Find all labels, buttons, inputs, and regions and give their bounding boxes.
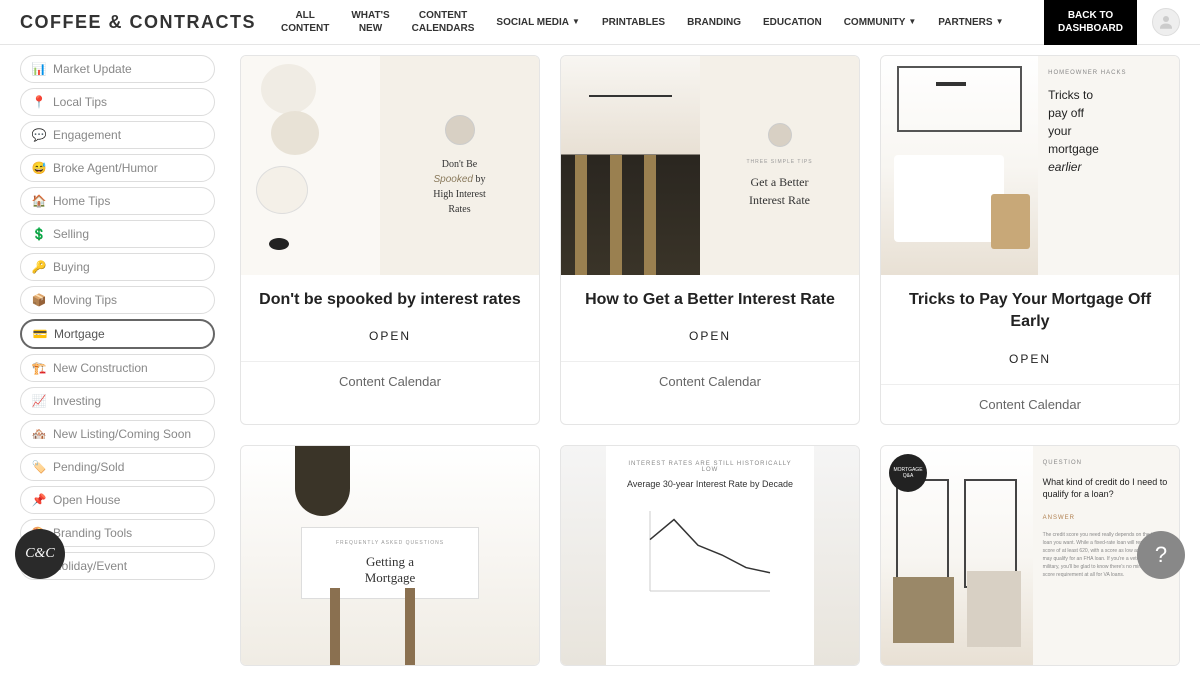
sidebar-item-home-tips[interactable]: 🏠 Home Tips [20, 187, 215, 215]
content-card: Don't BeSpooked byHigh InterestRatesDon'… [240, 55, 540, 425]
card-title: How to Get a Better Interest Rate [561, 275, 859, 319]
sidebar-item-moving-tips[interactable]: 📦 Moving Tips [20, 286, 215, 314]
logo[interactable]: COFFEE & CONTRACTS [20, 12, 256, 33]
category-icon: 📦 [31, 293, 47, 307]
sidebar-item-label: Mortgage [54, 327, 105, 341]
nav-item-community[interactable]: COMMUNITY▼ [844, 16, 917, 29]
nav-item-partners[interactable]: PARTNERS▼ [938, 16, 1003, 29]
nav-item-printables[interactable]: PRINTABLES [602, 16, 665, 29]
category-icon: 💳 [32, 327, 48, 341]
card-grid: Don't BeSpooked byHigh InterestRatesDon'… [240, 55, 1180, 666]
nav-item-branding[interactable]: BRANDING [687, 16, 741, 29]
category-icon: 💬 [31, 128, 47, 142]
content-calendar-link[interactable]: Content Calendar [881, 384, 1179, 424]
category-icon: 😅 [31, 161, 47, 175]
content-calendar-link[interactable]: Content Calendar [561, 361, 859, 401]
chevron-down-icon: ▼ [572, 17, 580, 27]
sidebar-item-label: New Construction [53, 361, 148, 375]
content-card: INTEREST RATES ARE STILL HISTORICALLY LO… [560, 445, 860, 666]
card-preview[interactable]: Don't BeSpooked byHigh InterestRates [241, 56, 539, 275]
category-icon: 🏠 [31, 194, 47, 208]
card-title: Tricks to Pay Your Mortgage Off Early [881, 275, 1179, 342]
sidebar-item-label: Pending/Sold [53, 460, 124, 474]
sidebar-item-label: Open House [53, 493, 120, 507]
category-icon: 📍 [31, 95, 47, 109]
nav-item-social-media[interactable]: SOCIAL MEDIA▼ [496, 16, 580, 29]
sidebar-item-label: Selling [53, 227, 89, 241]
content-card: FREQUENTLY ASKED QUESTIONSGetting aMortg… [240, 445, 540, 666]
category-icon: 📌 [31, 493, 47, 507]
chevron-down-icon: ▼ [996, 17, 1004, 27]
card-preview[interactable]: THREE SIMPLE TIPSGet a BetterInterest Ra… [561, 56, 859, 275]
sidebar-item-mortgage[interactable]: 💳 Mortgage [20, 319, 215, 349]
sidebar-item-label: Broke Agent/Humor [53, 161, 158, 175]
sidebar-item-label: Local Tips [53, 95, 107, 109]
main-nav: ALLCONTENT WHAT'SNEW CONTENTCALENDARS SOCIA… [281, 9, 1034, 35]
content-card: MORTGAGE Q&AQUESTIONWhat kind of credit … [880, 445, 1180, 666]
nav-item-all-content[interactable]: ALLCONTENT [281, 9, 329, 35]
back-to-dashboard-button[interactable]: BACK TODASHBOARD [1044, 0, 1137, 45]
nav-item-what-s-new[interactable]: WHAT'SNEW [351, 9, 389, 35]
sidebar-item-broke-agent-humor[interactable]: 😅 Broke Agent/Humor [20, 154, 215, 182]
category-icon: 🏘️ [31, 427, 47, 441]
category-icon: 🏷️ [31, 460, 47, 474]
card-title: Don't be spooked by interest rates [241, 275, 539, 319]
card-preview[interactable]: MORTGAGE Q&AQUESTIONWhat kind of credit … [881, 446, 1179, 665]
nav-item-content-calendars[interactable]: CONTENTCALENDARS [412, 9, 475, 35]
chevron-down-icon: ▼ [908, 17, 916, 27]
content-calendar-link[interactable]: Content Calendar [241, 361, 539, 401]
category-icon: 🏗️ [31, 361, 47, 375]
open-button[interactable]: OPEN [561, 319, 859, 361]
category-icon: 💲 [31, 227, 47, 241]
main-content: 📊 Market Update 📍 Local Tips 💬 Engagement 😅 Bro… [0, 0, 1200, 686]
card-preview[interactable]: HOMEOWNER HACKSTricks topay offyourmortg… [881, 56, 1179, 275]
sidebar-item-engagement[interactable]: 💬 Engagement [20, 121, 215, 149]
help-button[interactable]: ? [1137, 531, 1185, 579]
sidebar-item-open-house[interactable]: 📌 Open House [20, 486, 215, 514]
sidebar-item-market-update[interactable]: 📊 Market Update [20, 55, 215, 83]
sidebar-item-label: Holiday/Event [53, 559, 127, 573]
sidebar-item-label: Investing [53, 394, 101, 408]
sidebar-item-label: New Listing/Coming Soon [53, 427, 191, 441]
category-icon: 🔑 [31, 260, 47, 274]
sidebar-item-label: Home Tips [53, 194, 110, 208]
nav-item-education[interactable]: EDUCATION [763, 16, 822, 29]
category-icon: 📈 [31, 394, 47, 408]
sidebar-item-new-construction[interactable]: 🏗️ New Construction [20, 354, 215, 382]
sidebar-item-new-listing-coming-soon[interactable]: 🏘️ New Listing/Coming Soon [20, 420, 215, 448]
sidebar-item-label: Buying [53, 260, 90, 274]
sidebar-item-local-tips[interactable]: 📍 Local Tips [20, 88, 215, 116]
content-card: THREE SIMPLE TIPSGet a BetterInterest Ra… [560, 55, 860, 425]
sidebar-item-label: Market Update [53, 62, 132, 76]
sidebar-item-investing[interactable]: 📈 Investing [20, 387, 215, 415]
sidebar-item-label: Branding Tools [53, 526, 132, 540]
sidebar-item-selling[interactable]: 💲 Selling [20, 220, 215, 248]
header: COFFEE & CONTRACTS ALLCONTENT WHAT'SNEW CO… [0, 0, 1200, 45]
content-card: HOMEOWNER HACKSTricks topay offyourmortg… [880, 55, 1180, 425]
avatar[interactable] [1152, 8, 1180, 36]
brand-float-button[interactable]: C&C [15, 529, 65, 579]
sidebar-item-label: Moving Tips [53, 293, 117, 307]
category-icon: 📊 [31, 62, 47, 76]
sidebar-item-pending-sold[interactable]: 🏷️ Pending/Sold [20, 453, 215, 481]
card-preview[interactable]: INTEREST RATES ARE STILL HISTORICALLY LO… [561, 446, 859, 665]
open-button[interactable]: OPEN [241, 319, 539, 361]
sidebar-item-buying[interactable]: 🔑 Buying [20, 253, 215, 281]
card-preview[interactable]: FREQUENTLY ASKED QUESTIONSGetting aMortg… [241, 446, 539, 665]
open-button[interactable]: OPEN [881, 342, 1179, 384]
sidebar-item-label: Engagement [53, 128, 121, 142]
